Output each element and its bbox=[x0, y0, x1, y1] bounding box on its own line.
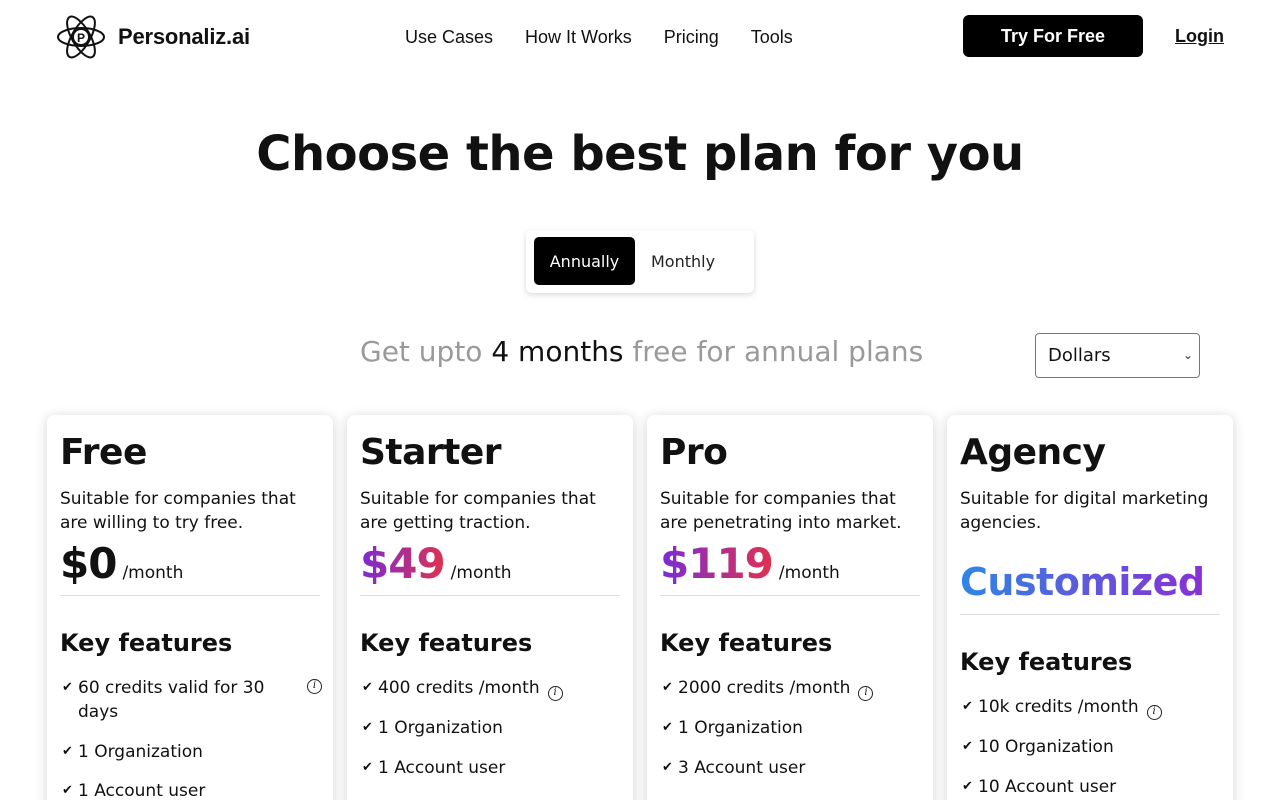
currency-value: Dollars bbox=[1048, 345, 1111, 366]
feature-text: 10k credits /month bbox=[978, 697, 1139, 717]
toggle-monthly[interactable]: Monthly bbox=[644, 237, 744, 285]
plan-description: Suitable for companies that are penetrat… bbox=[660, 489, 902, 533]
plan-price: $119 bbox=[660, 539, 774, 588]
key-features-heading: Key features bbox=[960, 648, 1133, 676]
check-icon: ✔ bbox=[662, 720, 673, 735]
plan-period: /month bbox=[778, 563, 840, 583]
promo-pre: Get upto bbox=[360, 335, 492, 368]
feature-text: 1 Account user bbox=[378, 758, 506, 778]
billing-toggle: Annually Monthly bbox=[526, 230, 754, 293]
promo-post: free for annual plans bbox=[623, 335, 924, 368]
currency-select[interactable]: Dollars ⌄ bbox=[1035, 333, 1200, 378]
key-features-heading: Key features bbox=[660, 629, 833, 657]
plan-period: /month bbox=[122, 563, 184, 583]
nav-how-it-works[interactable]: How It Works bbox=[525, 27, 632, 48]
promo-text: Get upto 4 months free for annual plans bbox=[360, 335, 923, 368]
feature-item: ✔ 60 credits valid for 30 days i bbox=[60, 676, 322, 724]
feature-item: ✔ 400 credits /month i bbox=[360, 676, 622, 701]
nav-pricing[interactable]: Pricing bbox=[664, 27, 719, 48]
plan-card-agency: Agency Suitable for digital marketing ag… bbox=[947, 415, 1233, 800]
plan-name: Starter bbox=[360, 432, 502, 473]
feature-item: ✔ 3 Account user bbox=[660, 756, 922, 780]
check-icon: ✔ bbox=[362, 760, 373, 775]
nav-tools[interactable]: Tools bbox=[751, 27, 793, 48]
main-nav: Use Cases How It Works Pricing Tools bbox=[405, 27, 793, 48]
divider bbox=[960, 614, 1220, 615]
login-link[interactable]: Login bbox=[1175, 26, 1224, 47]
info-icon[interactable]: i bbox=[858, 686, 874, 701]
site-header: P Personaliz.ai Use Cases How It Works P… bbox=[0, 0, 1280, 78]
logo-text: Personaliz.ai bbox=[118, 24, 250, 49]
check-icon: ✔ bbox=[662, 760, 673, 775]
feature-text: 10 Organization bbox=[978, 737, 1114, 757]
logo[interactable]: P Personaliz.ai bbox=[56, 9, 250, 65]
feature-text: 1 Organization bbox=[378, 718, 503, 738]
plan-price-row: $0 /month bbox=[60, 539, 183, 588]
divider bbox=[660, 595, 920, 596]
feature-text: 1 Account user bbox=[78, 781, 206, 800]
check-icon: ✔ bbox=[962, 779, 973, 794]
plan-name: Pro bbox=[660, 432, 728, 473]
plan-price: Customized bbox=[960, 560, 1205, 604]
nav-use-cases[interactable]: Use Cases bbox=[405, 27, 493, 48]
feature-text: 3 Account user bbox=[678, 758, 806, 778]
divider bbox=[60, 595, 320, 596]
plan-period: /month bbox=[450, 563, 512, 583]
page-title: Choose the best plan for you bbox=[256, 126, 1024, 182]
feature-item: ✔ 1 Organization bbox=[60, 740, 322, 764]
feature-item: ✔ 1 Organization bbox=[660, 716, 922, 740]
try-for-free-button[interactable]: Try For Free bbox=[963, 15, 1143, 57]
feature-item: ✔ 10k credits /month i bbox=[960, 695, 1222, 720]
key-features-heading: Key features bbox=[360, 629, 533, 657]
divider bbox=[360, 595, 620, 596]
plan-card-starter: Starter Suitable for companies that are … bbox=[347, 415, 633, 800]
chevron-down-icon: ⌄ bbox=[1182, 348, 1193, 362]
feature-text: 1 Organization bbox=[678, 718, 803, 738]
feature-item: ✔ 10 Account user bbox=[960, 775, 1222, 799]
check-icon: ✔ bbox=[62, 783, 73, 798]
check-icon: ✔ bbox=[362, 680, 373, 695]
check-icon: ✔ bbox=[362, 720, 373, 735]
atom-logo-icon: P bbox=[57, 15, 105, 59]
check-icon: ✔ bbox=[662, 680, 673, 695]
feature-text: 60 credits valid for 30 days bbox=[78, 678, 265, 722]
promo-highlight: 4 months bbox=[491, 335, 624, 368]
plan-price: $49 bbox=[360, 539, 446, 588]
plan-price-row: $119 /month bbox=[660, 539, 840, 588]
plan-price: $0 bbox=[60, 539, 117, 588]
feature-item: ✔ 2000 credits /month i bbox=[660, 676, 922, 701]
check-icon: ✔ bbox=[62, 680, 73, 695]
feature-text: 2000 credits /month bbox=[678, 678, 851, 698]
plan-description: Suitable for digital marketing agencies. bbox=[960, 489, 1209, 533]
plan-card-pro: Pro Suitable for companies that are pene… bbox=[647, 415, 933, 800]
toggle-annually[interactable]: Annually bbox=[534, 237, 635, 285]
plan-description: Suitable for companies that are getting … bbox=[360, 489, 596, 533]
feature-item: ✔ 1 Account user bbox=[60, 779, 322, 800]
feature-text: 10 Account user bbox=[978, 777, 1117, 797]
feature-item: ✔ 10 Organization bbox=[960, 735, 1222, 759]
check-icon: ✔ bbox=[962, 739, 973, 754]
check-icon: ✔ bbox=[62, 744, 73, 759]
info-icon[interactable]: i bbox=[307, 679, 322, 694]
feature-item: ✔ 1 Account user bbox=[360, 756, 622, 780]
plan-name: Free bbox=[60, 432, 147, 473]
logo-letter: P bbox=[77, 31, 85, 45]
plan-price-row: $49 /month bbox=[360, 539, 512, 588]
feature-item: ✔ 1 Organization bbox=[360, 716, 622, 740]
key-features-heading: Key features bbox=[60, 629, 233, 657]
plan-card-free: Free Suitable for companies that are wil… bbox=[47, 415, 333, 800]
info-icon[interactable]: i bbox=[1146, 705, 1162, 720]
plan-name: Agency bbox=[960, 432, 1106, 473]
info-icon[interactable]: i bbox=[547, 686, 563, 701]
feature-text: 1 Organization bbox=[78, 742, 203, 762]
feature-text: 400 credits /month bbox=[378, 678, 540, 698]
check-icon: ✔ bbox=[962, 699, 973, 714]
plan-description: Suitable for companies that are willing … bbox=[60, 489, 296, 533]
